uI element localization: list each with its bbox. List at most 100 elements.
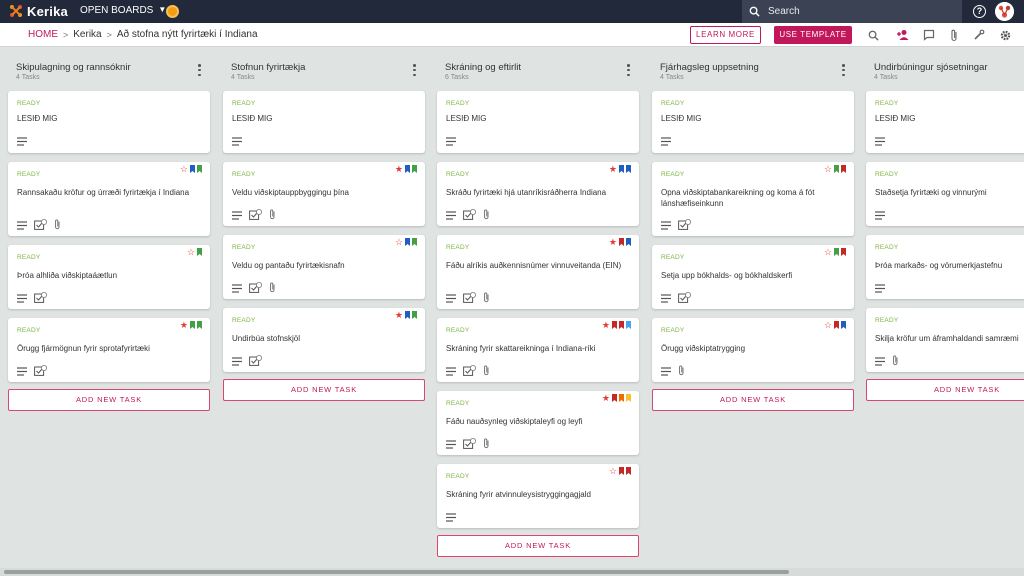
avatar[interactable] bbox=[995, 2, 1014, 21]
star-outline-icon[interactable]: ☆ bbox=[609, 467, 617, 476]
tools-icon[interactable] bbox=[972, 28, 986, 42]
task-card[interactable]: READY Þróa alhliða viðskiptaáætlun ☆ bbox=[8, 245, 210, 309]
help-icon[interactable]: ? bbox=[973, 5, 986, 18]
task-tags: ★ bbox=[395, 311, 417, 320]
task-card[interactable]: READY Skráning fyrir skattareikninga í In… bbox=[437, 318, 639, 382]
star-outline-icon[interactable]: ☆ bbox=[824, 321, 832, 330]
search-input[interactable]: Search bbox=[742, 0, 962, 23]
column-title[interactable]: Fjárhagsleg uppsetning bbox=[660, 62, 846, 73]
add-new-task-button[interactable]: ADD NEW TASK bbox=[8, 389, 210, 411]
task-indicators bbox=[661, 363, 685, 381]
open-boards-menu[interactable]: OPEN BOARDS ▼ bbox=[80, 5, 166, 16]
task-card[interactable]: READY Veldu viðskiptauppbyggingu þína ★ bbox=[223, 162, 425, 226]
star-outline-icon[interactable]: ☆ bbox=[824, 165, 832, 174]
top-bar: Kerika OPEN BOARDS ▼ Search ? bbox=[0, 0, 1024, 23]
star-filled-icon[interactable]: ★ bbox=[602, 321, 610, 330]
task-indicators bbox=[875, 353, 899, 371]
use-template-button[interactable]: USE TEMPLATE bbox=[774, 26, 852, 44]
add-new-task-button[interactable]: ADD NEW TASK bbox=[223, 379, 425, 401]
notification-icon[interactable] bbox=[166, 5, 179, 18]
task-tags: ★ bbox=[395, 165, 417, 174]
more-vert-icon[interactable] bbox=[198, 64, 202, 76]
column-header: Skráning og eftirlit 6 Tasks bbox=[437, 56, 639, 92]
task-indicators bbox=[17, 363, 47, 381]
column-title[interactable]: Skipulagning og rannsóknir bbox=[16, 62, 202, 73]
task-card[interactable]: READY LESIÐ MIG bbox=[223, 91, 425, 153]
task-title: Örugg viðskiptatrygging bbox=[661, 344, 746, 353]
task-card[interactable]: READY Undirbúa stofnskjöl ★ bbox=[223, 308, 425, 372]
description-icon bbox=[446, 436, 456, 454]
task-card[interactable]: READY Setja upp bókhalds- og bókhaldskerf… bbox=[652, 245, 854, 309]
star-outline-icon[interactable]: ☆ bbox=[824, 248, 832, 257]
chat-icon[interactable] bbox=[922, 28, 936, 42]
column-title[interactable]: Undirbúningur sjósetningar bbox=[874, 62, 1024, 73]
breadcrumb-org[interactable]: Kerika bbox=[73, 29, 101, 40]
task-tags: ☆ bbox=[824, 248, 846, 257]
task-indicators bbox=[17, 217, 61, 235]
star-filled-icon[interactable]: ★ bbox=[180, 321, 188, 330]
task-card[interactable]: READY Opna viðskiptabankareikning og koma… bbox=[652, 162, 854, 236]
star-filled-icon[interactable]: ★ bbox=[609, 238, 617, 247]
checklist-icon bbox=[463, 290, 476, 308]
more-vert-icon[interactable] bbox=[413, 64, 417, 76]
add-new-task-button[interactable]: ADD NEW TASK bbox=[652, 389, 854, 411]
description-icon bbox=[661, 290, 671, 308]
attachment-icon[interactable] bbox=[947, 28, 961, 42]
star-filled-icon[interactable]: ★ bbox=[395, 165, 403, 174]
task-card[interactable]: READY Fáðu alríkis auðkennisnúmer vinnuve… bbox=[437, 235, 639, 309]
task-tags: ☆ bbox=[824, 321, 846, 330]
column-title[interactable]: Skráning og eftirlit bbox=[445, 62, 631, 73]
avatar-image bbox=[995, 2, 1014, 21]
more-vert-icon[interactable] bbox=[627, 64, 631, 76]
task-card[interactable]: READY Staðsetja fyrirtæki og vinnurými bbox=[866, 162, 1024, 226]
checklist-icon bbox=[249, 280, 262, 298]
star-outline-icon[interactable]: ☆ bbox=[395, 238, 403, 247]
status-badge: READY bbox=[875, 171, 899, 178]
task-card[interactable]: READY Skráðu fyrirtæki hjá utanríkisráðhe… bbox=[437, 162, 639, 226]
task-card[interactable]: READY Þróa markaðs- og vörumerkjastefnu bbox=[866, 235, 1024, 299]
description-icon bbox=[232, 353, 242, 371]
scrollbar-thumb[interactable] bbox=[4, 570, 789, 574]
task-card[interactable]: READY LESIÐ MIG bbox=[8, 91, 210, 153]
star-outline-icon[interactable]: ☆ bbox=[187, 248, 195, 257]
attachment-icon bbox=[483, 207, 490, 225]
task-card[interactable]: READY Skráning fyrir atvinnuleysistryggin… bbox=[437, 464, 639, 528]
star-filled-icon[interactable]: ★ bbox=[609, 165, 617, 174]
checklist-icon bbox=[249, 353, 262, 371]
kerika-logo[interactable]: Kerika bbox=[8, 3, 68, 19]
task-title: Skráning fyrir skattareikninga í Indiana… bbox=[446, 344, 596, 353]
description-icon bbox=[446, 133, 456, 151]
add-person-icon[interactable] bbox=[896, 28, 910, 42]
task-card[interactable]: READY Fáðu nauðsynleg viðskiptaleyfi og l… bbox=[437, 391, 639, 455]
task-card[interactable]: READY LESIÐ MIG bbox=[866, 91, 1024, 153]
task-title: Undirbúa stofnskjöl bbox=[232, 334, 301, 343]
task-title: Örugg fjármögnun fyrir sprotafyrirtæki bbox=[17, 344, 150, 353]
horizontal-scrollbar[interactable] bbox=[0, 568, 1024, 576]
task-card[interactable]: READY Skilja kröfur um áframhaldandi samr… bbox=[866, 308, 1024, 372]
tag-flag-icon bbox=[626, 165, 631, 173]
status-badge: READY bbox=[446, 244, 470, 251]
column-title[interactable]: Stofnun fyrirtækja bbox=[231, 62, 417, 73]
star-filled-icon[interactable]: ★ bbox=[602, 394, 610, 403]
checklist-icon bbox=[678, 217, 691, 235]
add-new-task-button[interactable]: ADD NEW TASK bbox=[866, 379, 1024, 401]
star-outline-icon[interactable]: ☆ bbox=[180, 165, 188, 174]
settings-gear-icon[interactable] bbox=[998, 28, 1012, 42]
column-task-count: 4 Tasks bbox=[231, 74, 255, 81]
learn-more-button[interactable]: LEARN MORE bbox=[690, 26, 761, 44]
status-badge: READY bbox=[446, 327, 470, 334]
breadcrumb-home[interactable]: HOME bbox=[28, 29, 58, 40]
search-board-icon[interactable] bbox=[866, 28, 880, 42]
task-card[interactable]: READY Veldu og pantaðu fyrirtækisnafn ☆ bbox=[223, 235, 425, 299]
checklist-icon bbox=[34, 290, 47, 308]
description-icon bbox=[446, 207, 456, 225]
task-card[interactable]: READY Örugg fjármögnun fyrir sprotafyrirt… bbox=[8, 318, 210, 382]
more-vert-icon[interactable] bbox=[842, 64, 846, 76]
add-new-task-button[interactable]: ADD NEW TASK bbox=[437, 535, 639, 557]
task-card[interactable]: READY Rannsakaðu kröfur og úrræði fyrirtæ… bbox=[8, 162, 210, 236]
task-tags: ☆ bbox=[609, 467, 631, 476]
star-filled-icon[interactable]: ★ bbox=[395, 311, 403, 320]
task-card[interactable]: READY LESIÐ MIG bbox=[652, 91, 854, 153]
task-card[interactable]: READY Örugg viðskiptatrygging ☆ bbox=[652, 318, 854, 382]
task-card[interactable]: READY LESIÐ MIG bbox=[437, 91, 639, 153]
